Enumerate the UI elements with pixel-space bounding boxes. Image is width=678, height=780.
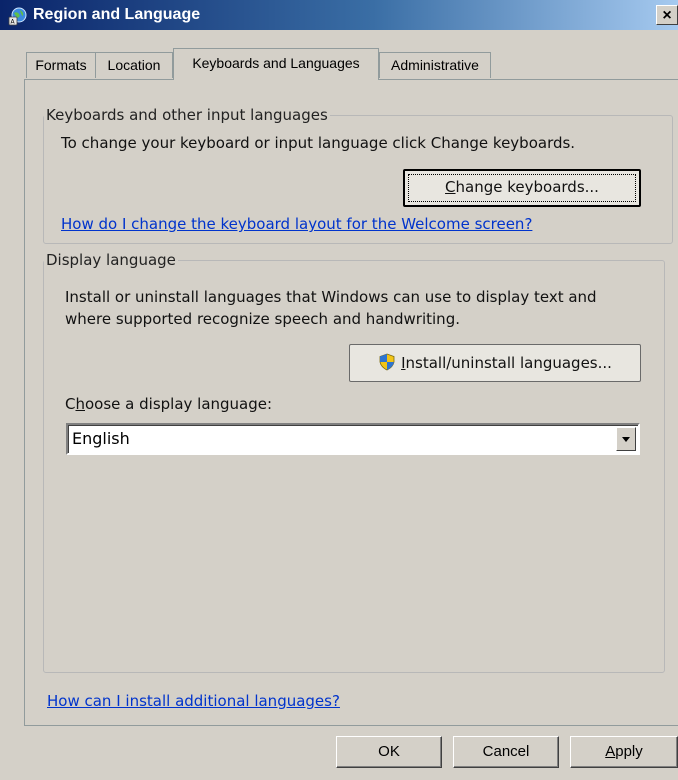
cancel-button[interactable]: Cancel <box>453 736 559 768</box>
close-button[interactable]: × <box>656 5 678 25</box>
apply-label: pply <box>615 743 643 760</box>
ok-button[interactable]: OK <box>336 736 442 768</box>
install-uninstall-languages-button[interactable]: Install/uninstall languages... <box>349 344 641 382</box>
apply-mnemonic: A <box>605 743 616 760</box>
close-icon: × <box>662 7 672 24</box>
display-description-line2: where supported recognize speech and han… <box>65 310 460 328</box>
tab-formats[interactable]: Formats <box>26 52 96 78</box>
additional-languages-link[interactable]: How can I install additional languages? <box>47 692 340 710</box>
ok-label: OK <box>378 743 400 760</box>
tab-location-label: Location <box>107 57 161 73</box>
apply-button[interactable]: Apply <box>570 736 678 768</box>
tab-panel: Keyboards and other input languages To c… <box>24 79 678 726</box>
cancel-label: Cancel <box>482 743 530 760</box>
choose-label-mnemonic: h <box>75 395 85 413</box>
title-bar: A Region and Language <box>0 0 678 30</box>
display-language-legend: Display language <box>46 251 176 269</box>
focus-ring <box>408 174 636 202</box>
display-description-line1: Install or uninstall languages that Wind… <box>65 288 597 306</box>
choose-label-after: oose a display language: <box>85 395 273 413</box>
globe-icon: A <box>8 7 27 26</box>
tab-formats-label: Formats <box>35 57 87 73</box>
tab-location[interactable]: Location <box>95 52 173 78</box>
tab-keyboards-and-languages-label: Keyboards and Languages <box>192 55 360 71</box>
welcome-screen-layout-link[interactable]: How do I change the keyboard layout for … <box>61 215 532 233</box>
tab-administrative[interactable]: Administrative <box>379 52 491 78</box>
choose-label-before: C <box>65 395 76 413</box>
choose-display-language-label: Choose a display language: <box>65 393 272 415</box>
keyboards-group-legend: Keyboards and other input languages <box>46 106 328 124</box>
install-languages-label: nstall/uninstall languages... <box>405 354 612 372</box>
tab-keyboards-and-languages[interactable]: Keyboards and Languages <box>173 48 379 80</box>
tab-administrative-label: Administrative <box>391 57 479 73</box>
keyboards-description: To change your keyboard or input languag… <box>61 134 576 152</box>
shield-icon <box>379 353 395 371</box>
change-keyboards-button[interactable]: Change keyboards... <box>403 169 641 207</box>
window-title: Region and Language <box>33 6 201 23</box>
